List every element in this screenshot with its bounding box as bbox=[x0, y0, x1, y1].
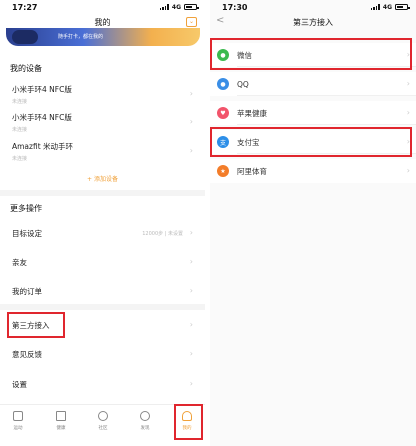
status-bar: 17:30 4G bbox=[210, 0, 416, 14]
qq-icon: ● bbox=[217, 78, 229, 90]
back-icon[interactable]: < bbox=[216, 15, 224, 26]
settings-item[interactable]: 设置 › bbox=[12, 376, 197, 392]
chevron-right-icon: › bbox=[189, 320, 193, 329]
tab-label: 运动 bbox=[13, 426, 23, 431]
banner-text: 随手打卡，都在我的 bbox=[58, 34, 104, 40]
signal-icon bbox=[159, 4, 169, 10]
item-label: 阿里体育 bbox=[237, 166, 267, 176]
device-status: 未连接 bbox=[12, 99, 28, 105]
row-divider bbox=[237, 124, 416, 125]
device-item[interactable]: Amazfit 米动手环 未连接 › bbox=[12, 141, 197, 163]
item-label: 苹果健康 bbox=[237, 108, 267, 118]
tab-community[interactable]: 社区 bbox=[91, 411, 115, 431]
status-bar: 17:27 4G bbox=[0, 0, 205, 14]
battery-icon bbox=[395, 4, 410, 10]
nav-bar: < 第三方接入 bbox=[210, 14, 416, 30]
more-section-title: 更多操作 bbox=[10, 204, 42, 213]
my-profile-screen: 17:27 4G 我的 ⌄ 随手打卡，都在我的 我的设备 小米手环4 NFC版 … bbox=[0, 0, 205, 446]
row-label: 我的订单 bbox=[12, 286, 42, 296]
device-status: 未连接 bbox=[12, 127, 28, 133]
chevron-right-icon: › bbox=[406, 108, 410, 117]
row-label: 目标设定 bbox=[12, 228, 42, 238]
my-orders-item[interactable]: 我的订单 › bbox=[12, 283, 197, 299]
home-icon bbox=[13, 411, 23, 421]
chevron-right-icon: › bbox=[189, 379, 193, 388]
row-label: 设置 bbox=[12, 379, 27, 389]
section-divider bbox=[0, 190, 205, 196]
chevron-right-icon: › bbox=[406, 166, 410, 175]
device-name: Amazfit 米动手环 bbox=[12, 142, 74, 151]
tab-health[interactable]: 健康 bbox=[49, 411, 73, 431]
third-party-access-screen: 17:30 4G < 第三方接入 ● 微信 › ● QQ › ♥ 苹果健康 › … bbox=[210, 0, 416, 446]
apple-health-icon: ♥ bbox=[217, 107, 229, 119]
highlight-box bbox=[7, 312, 65, 338]
goal-setting-item[interactable]: 目标设定 12000步 | 未设置 › bbox=[12, 225, 197, 241]
device-status: 未连接 bbox=[12, 156, 28, 162]
chevron-right-icon: › bbox=[189, 117, 193, 126]
signal-icon bbox=[370, 4, 380, 10]
row-divider bbox=[237, 95, 416, 96]
status-icons: 4G bbox=[159, 3, 199, 11]
network-label: 4G bbox=[382, 3, 392, 11]
chevron-right-icon: › bbox=[406, 79, 410, 88]
feedback-item[interactable]: 意见反馈 › bbox=[12, 346, 197, 362]
item-label: QQ bbox=[237, 79, 249, 89]
discover-icon bbox=[140, 411, 150, 421]
tab-sports[interactable]: 运动 bbox=[6, 411, 30, 431]
tab-label: 健康 bbox=[56, 426, 66, 431]
section-divider bbox=[0, 304, 205, 310]
friends-item[interactable]: 亲友 › bbox=[12, 254, 197, 270]
network-label: 4G bbox=[171, 3, 181, 11]
community-icon bbox=[98, 411, 108, 421]
highlight-box bbox=[174, 404, 203, 440]
page-title: 第三方接入 bbox=[293, 17, 333, 27]
highlight-box bbox=[210, 127, 412, 157]
message-icon[interactable]: ⌄ bbox=[186, 17, 197, 27]
status-icons: 4G bbox=[370, 3, 410, 11]
page-title: 我的 bbox=[94, 17, 111, 27]
highlight-box bbox=[210, 38, 412, 70]
status-time: 17:27 bbox=[12, 2, 38, 12]
battery-icon bbox=[184, 4, 199, 10]
chevron-right-icon: › bbox=[189, 286, 193, 295]
chevron-right-icon: › bbox=[189, 349, 193, 358]
ali-sports-item[interactable]: ★ 阿里体育 › bbox=[210, 159, 416, 183]
promo-banner[interactable]: 随手打卡，都在我的 bbox=[0, 28, 205, 48]
chevron-right-icon: › bbox=[189, 257, 193, 266]
banner-graphic bbox=[12, 30, 38, 44]
device-item[interactable]: 小米手环4 NFC版 未连接 › bbox=[12, 84, 197, 106]
device-item[interactable]: 小米手环4 NFC版 未连接 › bbox=[12, 112, 197, 134]
add-device-button[interactable]: + 添加设备 bbox=[0, 174, 205, 183]
apple-health-item[interactable]: ♥ 苹果健康 › bbox=[210, 101, 416, 125]
tab-discover[interactable]: 发现 bbox=[133, 411, 157, 431]
tab-label: 社区 bbox=[98, 426, 108, 431]
row-label: 亲友 bbox=[12, 257, 27, 267]
status-time: 17:30 bbox=[222, 2, 248, 12]
health-icon bbox=[56, 411, 66, 421]
ali-sports-icon: ★ bbox=[217, 165, 229, 177]
chevron-right-icon: › bbox=[189, 146, 193, 155]
chevron-right-icon: › bbox=[189, 89, 193, 98]
row-value: 12000步 | 未设置 bbox=[142, 230, 183, 237]
device-name: 小米手环4 NFC版 bbox=[12, 113, 72, 122]
chevron-right-icon: › bbox=[189, 228, 193, 237]
tab-label: 发现 bbox=[140, 426, 150, 431]
devices-section-title: 我的设备 bbox=[10, 64, 42, 73]
device-name: 小米手环4 NFC版 bbox=[12, 85, 72, 94]
qq-item[interactable]: ● QQ › bbox=[210, 72, 416, 96]
row-label: 意见反馈 bbox=[12, 349, 42, 359]
